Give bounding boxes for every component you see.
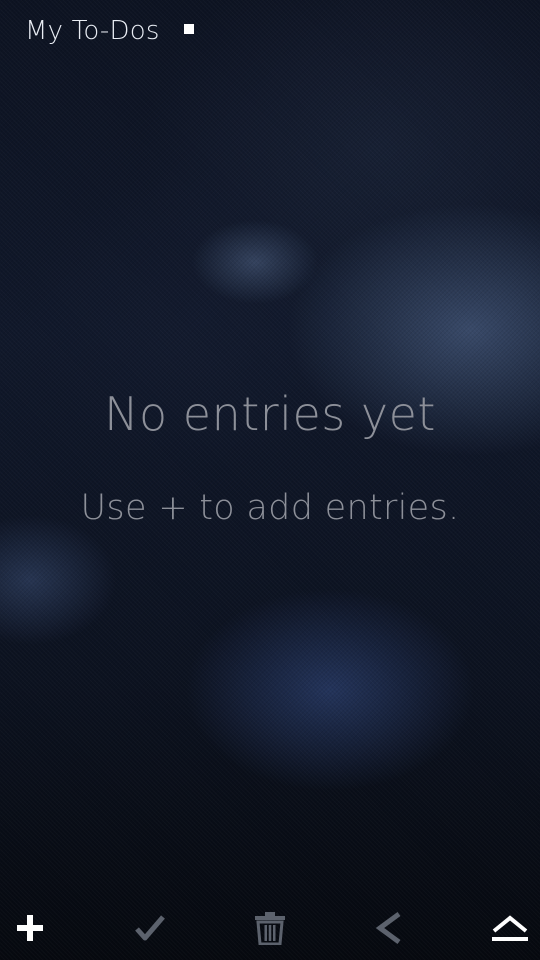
checkmark-icon: [135, 915, 165, 941]
add-button[interactable]: [0, 896, 60, 960]
page-indicator: [184, 24, 194, 34]
background-texture: [0, 0, 540, 960]
empty-state-title: No entries yet: [104, 387, 436, 441]
menu-button[interactable]: [480, 896, 540, 960]
trash-icon: [255, 912, 285, 945]
menu-eject-icon: [492, 915, 528, 941]
app-screen: My To-Dos No entries yet Use + to add en…: [0, 0, 540, 960]
page-title: My To-Dos: [25, 16, 160, 46]
empty-state-hint: Use + to add entries.: [80, 488, 460, 528]
mark-done-button[interactable]: [120, 896, 180, 960]
back-button[interactable]: [359, 896, 419, 960]
plus-icon: [17, 915, 43, 941]
back-arrow-icon: [375, 911, 401, 945]
page-header: My To-Dos: [25, 12, 160, 50]
bottom-toolbar: [0, 896, 540, 960]
delete-button[interactable]: [240, 896, 300, 960]
